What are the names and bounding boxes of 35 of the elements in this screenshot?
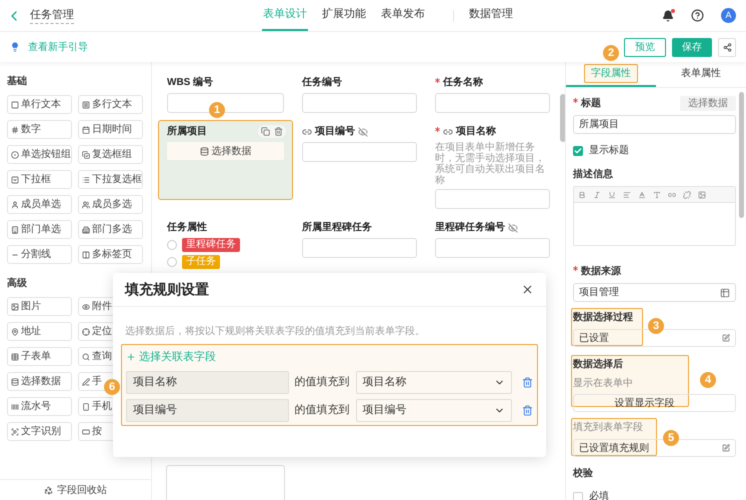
field-label: 数据选择过程 xyxy=(573,310,634,325)
group-title: 高级 xyxy=(7,276,27,291)
source-field: 项目名称 xyxy=(126,371,289,394)
field-label: 描述信息 xyxy=(573,168,614,182)
connector-text: 的值填充到 xyxy=(294,375,350,390)
dialog-title: 填充规则设置 xyxy=(125,280,209,299)
field-label: 数据选择后 xyxy=(573,358,624,372)
field-label: 所属项目 xyxy=(167,124,207,139)
field-sublabel: 显示在表单中 xyxy=(573,376,633,391)
source-field: 项目编号 xyxy=(126,399,289,422)
app-title: 任务管理 xyxy=(30,6,74,24)
option-tag: 子任务 xyxy=(182,255,220,269)
field-label: 任务属性 xyxy=(167,220,207,235)
field-label: 标题 xyxy=(581,96,601,111)
step-badge: 1 xyxy=(209,102,225,118)
field-label: 任务名称 xyxy=(443,76,483,90)
field-label: 任务编号 xyxy=(302,76,342,90)
field-hint: 在项目表单中新增任务时，无需手动选择项目，系统可自动关联出项目名称 xyxy=(435,142,546,186)
step-badge: 2 xyxy=(603,45,619,61)
step-badge: 5 xyxy=(663,430,679,446)
field-label: 校验 xyxy=(573,466,594,481)
field-label: 项目编号 xyxy=(315,124,355,139)
field-label: 项目名称 xyxy=(456,124,496,139)
group-title: 基础 xyxy=(7,74,27,89)
field-label: 所属里程碑任务 xyxy=(302,220,372,235)
checkbox-label: 显示标题 xyxy=(589,144,629,158)
option-tag: 里程碑任务 xyxy=(182,238,240,252)
field-sublabel: 填充到表单字段 xyxy=(573,420,643,435)
connector-text: 的值填充到 xyxy=(294,403,350,418)
step-badge: 6 xyxy=(104,379,120,395)
field-label: 里程碑任务编号 xyxy=(435,220,505,235)
step-badge: 3 xyxy=(648,318,664,334)
step-badge: 4 xyxy=(700,372,716,388)
field-label: 数据来源 xyxy=(581,264,621,279)
field-label: WBS 编号 xyxy=(167,76,214,90)
